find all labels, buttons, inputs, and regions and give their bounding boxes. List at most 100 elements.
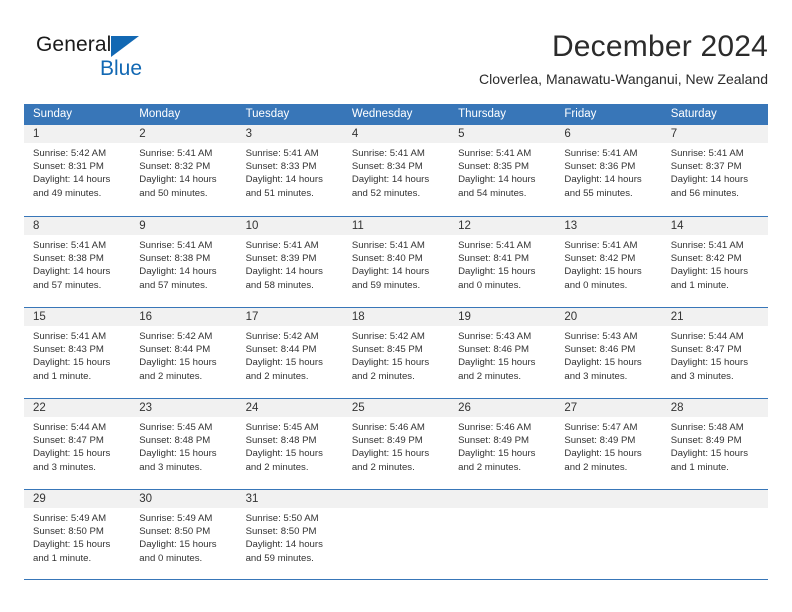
day-number-band: 16 xyxy=(130,308,237,326)
sunset-text: Sunset: 8:32 PM xyxy=(139,161,211,173)
day-number: 26 xyxy=(458,402,471,414)
calendar-day-cell[interactable]: 9 Sunrise: 5:41 AM Sunset: 8:38 PM Daylight… xyxy=(130,217,237,307)
day-info: Sunrise: 5:41 AM Sunset: 8:38 PM Daylight:… xyxy=(130,235,236,292)
sunset-text: Sunset: 8:47 PM xyxy=(33,435,104,447)
daylight-text-line1: Daylight: 15 hours xyxy=(33,448,111,460)
day-number-band: 24 xyxy=(236,399,343,417)
day-number-band: 20 xyxy=(555,308,662,326)
sunset-text: Sunset: 8:47 PM xyxy=(670,344,742,356)
sunset-text: Sunset: 8:49 PM xyxy=(351,435,423,447)
title-block: December 2024 Cloverlea, Manawatu-Wangan… xyxy=(479,28,768,90)
calendar-day-cell[interactable]: 30 Sunrise: 5:49 AM Sunset: 8:50 PM Dayligh… xyxy=(130,490,237,579)
calendar-day-cell[interactable]: 18 Sunrise: 5:42 AM Sunset: 8:45 PM Dayligh… xyxy=(342,308,450,398)
sunset-text: Sunset: 8:39 PM xyxy=(245,253,317,265)
day-number-band: 21 xyxy=(661,308,768,326)
calendar-day-cell[interactable]: 12 Sunrise: 5:41 AM Sunset: 8:41 PM Dayligh… xyxy=(449,217,556,307)
calendar-day-cell[interactable]: 10 Sunrise: 5:41 AM Sunset: 8:39 PM Dayligh… xyxy=(236,217,343,307)
daylight-text-line1: Daylight: 15 hours xyxy=(458,448,536,460)
sunrise-text: Sunrise: 5:41 AM xyxy=(245,148,319,159)
day-info: Sunrise: 5:45 AM Sunset: 8:48 PM Daylight:… xyxy=(130,417,236,474)
calendar-day-cell[interactable]: 1 Sunrise: 5:42 AM Sunset: 8:31 PM Daylight… xyxy=(24,125,131,216)
day-number: 14 xyxy=(670,220,684,232)
daylight-text-line2: and 54 minutes. xyxy=(458,187,527,199)
daylight-text-line1: Daylight: 15 hours xyxy=(139,539,217,551)
sunrise-text: Sunrise: 5:42 AM xyxy=(351,331,425,342)
calendar-day-cell[interactable]: 24 Sunrise: 5:45 AM Sunset: 8:48 PM Dayligh… xyxy=(236,399,343,489)
weekday-header-friday: Friday xyxy=(564,108,597,120)
calendar-day-cell[interactable]: 6 Sunrise: 5:41 AM Sunset: 8:36 PM Daylight… xyxy=(555,125,662,216)
daylight-text-line2: and 57 minutes. xyxy=(139,279,208,291)
calendar-day-cell[interactable]: 29 Sunrise: 5:49 AM Sunset: 8:50 PM Dayligh… xyxy=(24,490,131,579)
calendar-day-cell[interactable]: 21 Sunrise: 5:44 AM Sunset: 8:47 PM Dayligh… xyxy=(661,308,768,398)
day-info: Sunrise: 5:43 AM Sunset: 8:46 PM Daylight:… xyxy=(449,326,555,383)
daylight-text-line1: Daylight: 15 hours xyxy=(351,357,430,369)
calendar-day-cell[interactable]: 4 Sunrise: 5:41 AM Sunset: 8:34 PM Daylight… xyxy=(342,125,450,216)
day-number: 12 xyxy=(458,220,471,232)
calendar-day-cell[interactable]: 20 Sunrise: 5:43 AM Sunset: 8:46 PM Dayligh… xyxy=(555,308,662,398)
calendar-day-cell[interactable]: 11 Sunrise: 5:41 AM Sunset: 8:40 PM Dayligh… xyxy=(342,217,450,307)
brand-logo[interactable]: General Blue xyxy=(36,32,216,84)
day-info: Sunrise: 5:44 AM Sunset: 8:47 PM Daylight:… xyxy=(24,417,130,474)
calendar-grid: Sunday Monday Tuesday Wednesday Thursday… xyxy=(24,104,768,580)
sunrise-text: Sunrise: 5:44 AM xyxy=(670,331,744,342)
daylight-text-line1: Daylight: 14 hours xyxy=(458,174,536,186)
sunrise-text: Sunrise: 5:41 AM xyxy=(139,148,213,159)
calendar-day-cell[interactable]: 14 Sunrise: 5:41 AM Sunset: 8:42 PM Dayligh… xyxy=(661,217,768,307)
page-header: General Blue December 2024 Cloverlea, Ma… xyxy=(24,28,768,98)
calendar-day-cell[interactable]: 7 Sunrise: 5:41 AM Sunset: 8:37 PM Daylight… xyxy=(661,125,768,216)
day-number-band xyxy=(555,490,662,508)
calendar-day-cell[interactable]: 17 Sunrise: 5:42 AM Sunset: 8:44 PM Dayligh… xyxy=(236,308,343,398)
calendar-day-cell[interactable]: 13 Sunrise: 5:41 AM Sunset: 8:42 PM Dayligh… xyxy=(555,217,662,307)
calendar-day-cell[interactable]: 3 Sunrise: 5:41 AM Sunset: 8:33 PM Daylight… xyxy=(236,125,343,216)
day-number: 6 xyxy=(564,128,571,140)
day-info xyxy=(555,508,661,512)
weekday-header-saturday: Saturday xyxy=(670,108,717,120)
daylight-text-line1: Daylight: 14 hours xyxy=(670,174,749,186)
day-number: 3 xyxy=(245,128,252,140)
calendar-day-cell[interactable]: 16 Sunrise: 5:42 AM Sunset: 8:44 PM Dayligh… xyxy=(130,308,237,398)
sunset-text: Sunset: 8:49 PM xyxy=(564,435,636,447)
day-number: 21 xyxy=(670,311,684,323)
day-number-band: 5 xyxy=(449,125,556,143)
calendar-day-cell-empty xyxy=(661,490,768,579)
daylight-text-line1: Daylight: 15 hours xyxy=(670,448,749,460)
sunset-text: Sunset: 8:35 PM xyxy=(458,161,530,173)
calendar-day-cell[interactable]: 8 Sunrise: 5:41 AM Sunset: 8:38 PM Daylight… xyxy=(24,217,131,307)
calendar-day-cell[interactable]: 19 Sunrise: 5:43 AM Sunset: 8:46 PM Dayligh… xyxy=(449,308,556,398)
calendar-day-cell[interactable]: 31 Sunrise: 5:50 AM Sunset: 8:50 PM Dayligh… xyxy=(236,490,343,579)
day-number: 20 xyxy=(564,311,578,323)
calendar-day-cell[interactable]: 28 Sunrise: 5:48 AM Sunset: 8:49 PM Dayligh… xyxy=(661,399,768,489)
sunset-text: Sunset: 8:45 PM xyxy=(351,344,423,356)
daylight-text-line1: Daylight: 14 hours xyxy=(245,539,323,551)
daylight-text-line2: and 50 minutes. xyxy=(139,187,208,199)
sunset-text: Sunset: 8:42 PM xyxy=(670,253,742,265)
weekday-header-tuesday: Tuesday xyxy=(245,108,290,120)
day-info: Sunrise: 5:41 AM Sunset: 8:42 PM Daylight:… xyxy=(662,235,768,292)
day-number: 2 xyxy=(139,128,146,140)
daylight-text-line1: Daylight: 15 hours xyxy=(33,539,111,551)
day-number-band xyxy=(342,490,450,508)
sunrise-text: Sunrise: 5:42 AM xyxy=(245,331,319,342)
calendar-day-cell[interactable]: 23 Sunrise: 5:45 AM Sunset: 8:48 PM Dayligh… xyxy=(130,399,237,489)
calendar-day-cell[interactable]: 5 Sunrise: 5:41 AM Sunset: 8:35 PM Daylight… xyxy=(449,125,556,216)
daylight-text-line2: and 59 minutes. xyxy=(351,279,421,291)
brand-name-general: General xyxy=(36,33,112,56)
weekday-header-sunday: Sunday xyxy=(33,108,73,120)
daylight-text-line2: and 1 minute. xyxy=(33,552,92,564)
calendar-day-cell[interactable]: 22 Sunrise: 5:44 AM Sunset: 8:47 PM Dayligh… xyxy=(24,399,131,489)
daylight-text-line2: and 58 minutes. xyxy=(245,279,314,291)
calendar-day-cell[interactable]: 15 Sunrise: 5:41 AM Sunset: 8:43 PM Dayligh… xyxy=(24,308,131,398)
calendar-day-cell[interactable]: 27 Sunrise: 5:47 AM Sunset: 8:49 PM Dayligh… xyxy=(555,399,662,489)
day-number: 27 xyxy=(564,402,578,414)
sunset-text: Sunset: 8:50 PM xyxy=(139,526,211,538)
day-number: 31 xyxy=(245,493,259,505)
day-number: 30 xyxy=(139,493,153,505)
daylight-text-line1: Daylight: 14 hours xyxy=(33,266,111,278)
calendar-day-cell[interactable]: 25 Sunrise: 5:46 AM Sunset: 8:49 PM Dayligh… xyxy=(342,399,450,489)
calendar-day-cell[interactable]: 2 Sunrise: 5:41 AM Sunset: 8:32 PM Daylight… xyxy=(130,125,237,216)
day-number: 7 xyxy=(670,128,678,140)
sunrise-text: Sunrise: 5:48 AM xyxy=(670,422,744,433)
daylight-text-line2: and 0 minutes. xyxy=(564,279,628,291)
calendar-day-cell[interactable]: 26 Sunrise: 5:46 AM Sunset: 8:49 PM Dayligh… xyxy=(449,399,556,489)
day-number: 1 xyxy=(33,128,40,140)
